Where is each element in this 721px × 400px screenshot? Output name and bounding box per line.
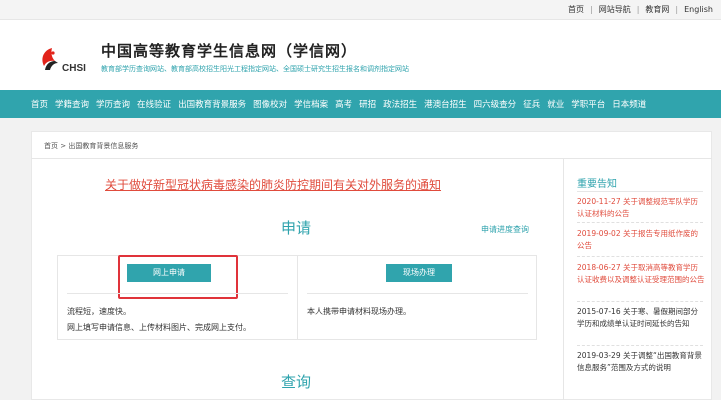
nav-item-gaokao[interactable]: 高考 <box>335 98 352 110</box>
divider <box>31 158 712 159</box>
top-link-english[interactable]: English <box>684 5 713 14</box>
apply-options-divider <box>297 255 298 340</box>
divider <box>67 293 288 294</box>
onsite-desc: 本人携带申请材料现场办理。 <box>307 307 411 316</box>
nav-item-image-check[interactable]: 图像校对 <box>253 98 287 110</box>
apply-heading: 申请 <box>281 219 312 237</box>
divider <box>577 301 703 302</box>
onsite-apply-button[interactable]: 现场办理 <box>386 264 452 282</box>
main-nav: 首页 学籍查询 学历查询 在线验证 出国教育背景服务 图像校对 学信档案 高考 … <box>0 90 721 118</box>
breadcrumb[interactable]: 首页 > 出国教育背景信息服务 <box>44 141 138 151</box>
query-heading: 查询 <box>281 373 312 391</box>
nav-item-law-admission[interactable]: 政法招生 <box>383 98 417 110</box>
top-separator: | <box>636 5 640 14</box>
notice-link[interactable]: 关于做好新型冠状病毒感染的肺炎防控期间有关对外服务的通知 <box>105 176 441 193</box>
notice-item[interactable]: 2018-06-27 关于取消高等教育学历认证收费以及调整认证受理范围的公告 <box>577 262 705 285</box>
nav-item-conscription[interactable]: 征兵 <box>523 98 540 110</box>
nav-item-online-verify[interactable]: 在线验证 <box>137 98 171 110</box>
nav-item-cet-score[interactable]: 四六级查分 <box>474 98 517 110</box>
nav-item-employment[interactable]: 就业 <box>547 98 564 110</box>
nav-item-career-platform[interactable]: 学职平台 <box>571 98 605 110</box>
notice-item[interactable]: 2019-03-29 关于调整“出国教育背景信息服务”范围及方式的说明 <box>577 350 705 373</box>
nav-item-hk-macau-tw[interactable]: 港澳台招生 <box>424 98 467 110</box>
top-separator: | <box>590 5 593 14</box>
nav-item-enrollment-query[interactable]: 学籍查询 <box>55 98 89 110</box>
notice-item[interactable]: 2015-07-16 关于寒、暑假期间部分学历和成绩单认证时间延长的告知 <box>577 306 705 329</box>
apply-progress-link[interactable]: 申请进度查询 <box>481 224 529 235</box>
column-divider <box>563 159 564 400</box>
divider <box>577 222 703 223</box>
top-links: 首页 | 网站导航 | 教育网 | English <box>568 4 713 15</box>
online-desc-short: 流程短，速度快。 <box>67 307 131 316</box>
top-link-home[interactable]: 首页 <box>568 4 584 15</box>
divider <box>577 256 703 257</box>
site-subtitle: 教育部学历查询网站、教育部高校招生阳光工程指定网站、全国硕士研究生招生报名和调剂… <box>101 65 409 73</box>
divider <box>577 345 703 346</box>
notice-item[interactable]: 2020-11-27 关于调整规范军队学历认证材料的公告 <box>577 196 705 219</box>
nav-item-archive[interactable]: 学信档案 <box>294 98 328 110</box>
notice-item[interactable]: 2019-09-02 关于报告专用纸作废的公告 <box>577 228 705 251</box>
divider <box>307 293 528 294</box>
top-link-edu-net[interactable]: 教育网 <box>645 4 669 15</box>
site-title: 中国高等教育学生信息网（学信网） <box>101 42 358 60</box>
top-separator: | <box>675 5 679 14</box>
nav-item-home[interactable]: 首页 <box>31 98 48 110</box>
nav-item-grad-admission[interactable]: 研招 <box>359 98 376 110</box>
top-utility-bar: 首页 | 网站导航 | 教育网 | English <box>0 0 721 20</box>
nav-item-overseas-service[interactable]: 出国教育背景服务 <box>178 98 246 110</box>
divider <box>577 191 703 192</box>
top-link-site-nav[interactable]: 网站导航 <box>599 4 631 15</box>
logo-text: CHSI <box>62 63 86 74</box>
sidebar-title: 重要告知 <box>577 179 617 190</box>
nav-item-degree-query[interactable]: 学历查询 <box>96 98 130 110</box>
nav-item-japan-channel[interactable]: 日本频道 <box>612 98 646 110</box>
online-desc-steps: 网上填写申请信息、上传材料图片、完成网上支付。 <box>67 323 251 332</box>
